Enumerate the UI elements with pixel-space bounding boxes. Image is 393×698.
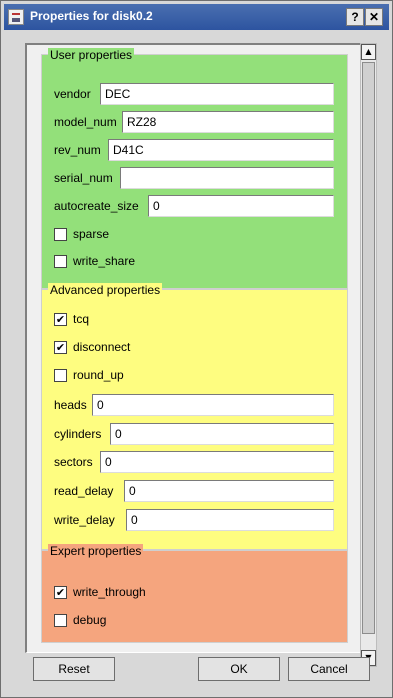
reset-button[interactable]: Reset — [33, 657, 115, 681]
write-through-row[interactable]: ✔ write_through — [54, 585, 194, 601]
group-title: Advanced properties — [48, 283, 163, 297]
sectors-input[interactable]: 0 — [100, 451, 334, 473]
serial-num-label: serial_num — [54, 171, 113, 185]
sparse-row[interactable]: sparse — [54, 227, 174, 243]
sparse-checkbox[interactable] — [54, 228, 67, 241]
debug-row[interactable]: debug — [54, 613, 174, 629]
debug-label: debug — [73, 613, 107, 627]
autocreate-size-input[interactable]: 0 — [148, 195, 334, 217]
vertical-scrollbar[interactable]: ▲ ▼ — [360, 43, 377, 667]
sparse-label: sparse — [73, 227, 110, 241]
heads-label: heads — [54, 398, 87, 412]
disconnect-label: disconnect — [73, 340, 131, 354]
model-num-row: model_num RZ28 — [54, 111, 334, 133]
read-delay-row: read_delay 0 — [54, 480, 334, 502]
tcq-label: tcq — [73, 312, 90, 326]
heads-input[interactable]: 0 — [92, 394, 334, 416]
rev-num-row: rev_num D41C — [54, 139, 334, 161]
tcq-row[interactable]: ✔ tcq — [54, 312, 174, 328]
vendor-row: vendor DEC — [54, 83, 334, 105]
debug-checkbox[interactable] — [54, 614, 67, 627]
scroll-up-icon[interactable]: ▲ — [361, 44, 376, 60]
write-through-checkbox[interactable]: ✔ — [54, 586, 67, 599]
model-num-label: model_num — [54, 115, 117, 129]
cylinders-input[interactable]: 0 — [110, 423, 334, 445]
properties-panel: User properties vendor DEC model_num RZ2… — [25, 43, 370, 653]
scroll-thumb[interactable] — [362, 62, 375, 634]
sectors-row: sectors 0 — [54, 451, 334, 473]
user-properties-group: User properties vendor DEC model_num RZ2… — [41, 48, 348, 289]
vendor-input[interactable]: DEC — [100, 83, 334, 105]
rev-num-label: rev_num — [54, 143, 101, 157]
cancel-button[interactable]: Cancel — [288, 657, 370, 681]
title-bar[interactable]: Properties for disk0.2 ? ✕ — [4, 4, 389, 30]
write-delay-label: write_delay — [54, 513, 115, 527]
write-share-row[interactable]: write_share — [54, 254, 174, 270]
app-icon — [8, 9, 24, 25]
properties-dialog: Properties for disk0.2 ? ✕ User properti… — [0, 0, 393, 698]
expert-properties-group: Expert properties ✔ write_through debug — [41, 544, 348, 643]
read-delay-input[interactable]: 0 — [124, 480, 334, 502]
read-delay-label: read_delay — [54, 484, 114, 498]
group-title: User properties — [48, 48, 135, 62]
advanced-properties-group: Advanced properties ✔ tcq ✔ disconnect r… — [41, 283, 348, 550]
write-share-checkbox[interactable] — [54, 255, 67, 268]
write-share-label: write_share — [73, 254, 136, 268]
disconnect-row[interactable]: ✔ disconnect — [54, 340, 174, 356]
window-title: Properties for disk0.2 — [30, 9, 153, 23]
round-up-checkbox[interactable] — [54, 369, 67, 382]
close-button[interactable]: ✕ — [365, 8, 383, 26]
help-button[interactable]: ? — [346, 8, 364, 26]
round-up-label: round_up — [73, 368, 124, 382]
sectors-label: sectors — [54, 455, 93, 469]
model-num-input[interactable]: RZ28 — [122, 111, 334, 133]
rev-num-input[interactable]: D41C — [108, 139, 334, 161]
ok-button[interactable]: OK — [198, 657, 280, 681]
autocreate-size-label: autocreate_size — [54, 199, 139, 213]
cylinders-row: cylinders 0 — [54, 423, 334, 445]
round-up-row[interactable]: round_up — [54, 368, 174, 384]
write-delay-row: write_delay 0 — [54, 509, 334, 531]
write-delay-input[interactable]: 0 — [126, 509, 334, 531]
tcq-checkbox[interactable]: ✔ — [54, 313, 67, 326]
group-title: Expert properties — [48, 544, 144, 558]
serial-num-row: serial_num — [54, 167, 334, 189]
heads-row: heads 0 — [54, 394, 334, 416]
vendor-label: vendor — [54, 87, 91, 101]
disconnect-checkbox[interactable]: ✔ — [54, 341, 67, 354]
cylinders-label: cylinders — [54, 427, 102, 441]
serial-num-input[interactable] — [120, 167, 334, 189]
write-through-label: write_through — [73, 585, 146, 599]
autocreate-size-row: autocreate_size 0 — [54, 195, 334, 217]
